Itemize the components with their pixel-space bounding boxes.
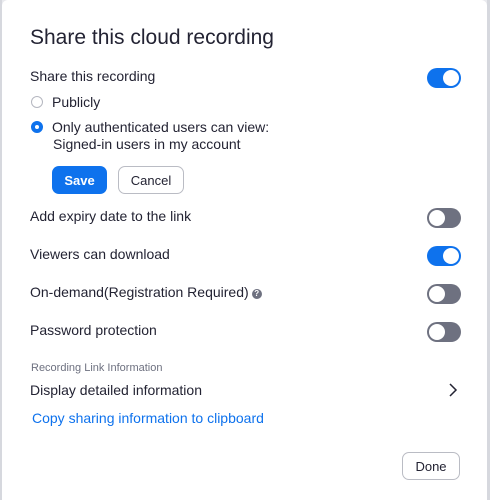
radio-authenticated-only-label[interactable]: Only authenticated users can view: xyxy=(52,119,269,135)
on-demand-label: On-demand(Registration Required) xyxy=(30,284,249,300)
on-demand-row: On-demand(Registration Required)? xyxy=(30,284,262,300)
save-button[interactable]: Save xyxy=(52,166,107,194)
radio-authenticated-only[interactable] xyxy=(31,121,43,133)
cancel-button[interactable]: Cancel xyxy=(118,166,184,194)
password-protection-label: Password protection xyxy=(30,322,157,338)
toggle-knob xyxy=(429,210,445,226)
chevron-right-icon[interactable] xyxy=(448,382,458,398)
viewers-download-label: Viewers can download xyxy=(30,246,170,262)
dialog-title: Share this cloud recording xyxy=(30,26,274,49)
radio-publicly-label[interactable]: Publicly xyxy=(52,94,100,110)
expiry-date-label: Add expiry date to the link xyxy=(30,208,192,224)
on-demand-toggle[interactable] xyxy=(427,284,461,304)
info-icon[interactable]: ? xyxy=(251,289,262,299)
expiry-date-toggle[interactable] xyxy=(427,208,461,228)
display-details-label[interactable]: Display detailed information xyxy=(30,382,202,398)
authenticated-scope-label: Signed-in users in my account xyxy=(53,136,241,152)
toggle-knob xyxy=(429,286,445,302)
share-recording-toggle[interactable] xyxy=(427,68,461,88)
radio-publicly[interactable] xyxy=(31,96,43,108)
password-protection-toggle[interactable] xyxy=(427,322,461,342)
copy-sharing-info-link[interactable]: Copy sharing information to clipboard xyxy=(32,410,264,426)
viewers-download-toggle[interactable] xyxy=(427,246,461,266)
share-recording-label: Share this recording xyxy=(30,68,156,84)
toggle-knob xyxy=(443,248,459,264)
link-info-heading: Recording Link Information xyxy=(31,362,163,374)
toggle-knob xyxy=(429,324,445,340)
toggle-knob xyxy=(443,70,459,86)
share-dialog: Share this cloud recording Share this re… xyxy=(2,0,487,500)
done-button[interactable]: Done xyxy=(402,452,460,480)
